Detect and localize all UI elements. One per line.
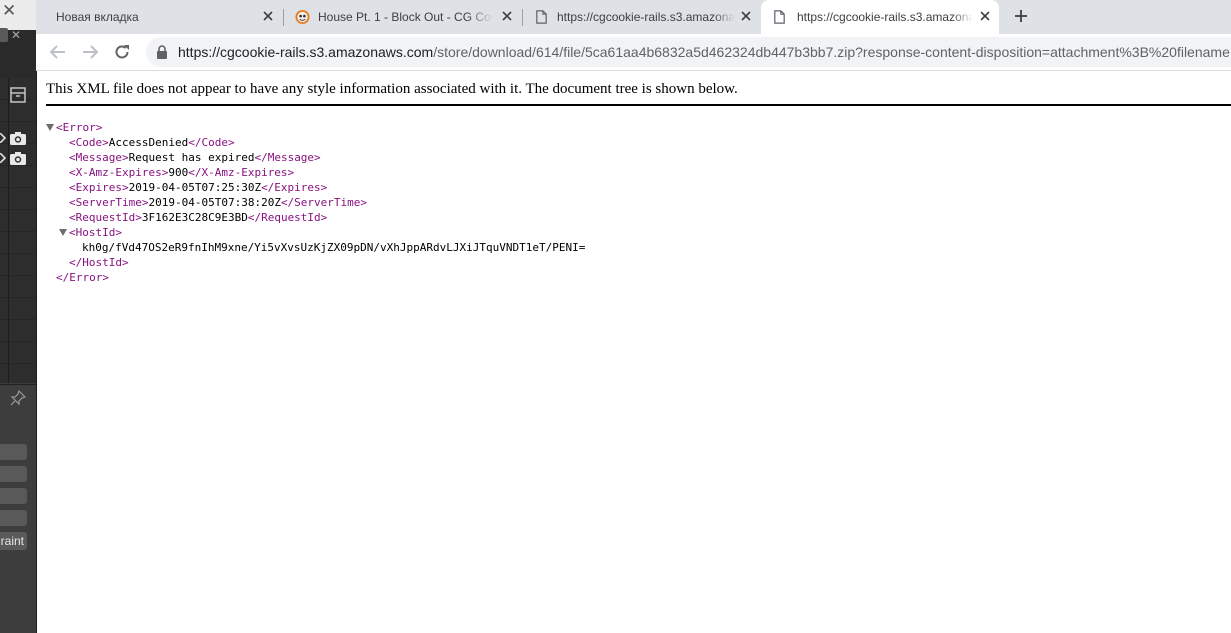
reload-icon[interactable] <box>112 42 132 62</box>
archive-icon[interactable] <box>9 86 27 104</box>
xml-open-tag: <Message> <box>69 151 129 164</box>
property-field[interactable] <box>0 444 27 460</box>
close-icon[interactable]: ✕ <box>2 1 16 21</box>
outliner-panel <box>0 78 36 383</box>
xml-close-tag: </Expires> <box>261 181 328 194</box>
page-content: This XML file does not appear to have an… <box>37 71 1231 633</box>
xml-text-value: Request has expired <box>128 151 255 164</box>
background-app-titlebar: ✕ <box>0 0 36 30</box>
properties-panel <box>0 384 36 633</box>
tab-new-tab[interactable]: Новая вкладка <box>42 0 282 34</box>
close-icon[interactable] <box>501 10 513 22</box>
xml-open-tag: <X-Amz-Expires> <box>69 166 169 179</box>
xml-close-tag: </Message> <box>254 151 321 164</box>
constraint-button[interactable]: raint <box>0 532 27 550</box>
close-icon[interactable] <box>262 10 274 22</box>
collapse-triangle-icon[interactable] <box>46 124 54 131</box>
xml-element: <Expires>2019-04-05T07:25:30Z</Expires> <box>69 180 327 195</box>
close-icon[interactable] <box>979 10 991 22</box>
tab-s3-download[interactable]: https://cgcookie-rails.s3.amazonaws.com <box>523 0 760 34</box>
xml-element: <Code>AccessDenied</Code> <box>69 135 235 150</box>
xml-element: <ServerTime>2019-04-05T07:38:20Z</Server… <box>69 195 367 210</box>
tab-title: House Pt. 1 - Block Out - CG Cookie <box>318 10 493 24</box>
xml-tag: <Error> <box>56 121 103 134</box>
close-icon[interactable] <box>740 10 752 22</box>
property-field[interactable] <box>0 466 27 482</box>
xml-close-tag: </X-Amz-Expires> <box>188 166 295 179</box>
xml-tag: </HostId> <box>69 256 129 269</box>
browser-chrome: Новая вкладка House Pt. 1 - Block Out - … <box>36 0 1231 71</box>
xml-open-tag: <RequestId> <box>69 211 142 224</box>
xml-close-tag: </ServerTime> <box>280 196 368 209</box>
background-app-strip: ✕ ✕ raint <box>0 0 37 633</box>
xml-info-header: This XML file does not appear to have an… <box>46 81 1231 106</box>
xml-text-value: 900 <box>168 166 189 179</box>
xml-text-value: kh0g/fVd47OS2eR9fnIhM9xne/Yi5vXvsUzKjZX0… <box>82 241 586 254</box>
url-path: /store/download/614/file/5ca61aa4b6832a5… <box>433 44 1230 60</box>
document-icon <box>774 10 785 24</box>
tab-title: Новая вкладка <box>56 10 139 24</box>
xml-tag: </Error> <box>56 271 109 284</box>
xml-text-value: AccessDenied <box>108 136 189 149</box>
xml-open-tag: <ServerTime> <box>69 196 149 209</box>
new-tab-plus-icon[interactable] <box>1013 8 1029 24</box>
back-arrow-icon[interactable] <box>48 42 68 62</box>
address-bar[interactable]: https://cgcookie-rails.s3.amazonaws.com/… <box>146 37 1231 67</box>
property-field[interactable] <box>0 510 27 526</box>
close-icon[interactable]: ✕ <box>11 28 21 42</box>
forward-arrow-icon[interactable] <box>80 42 100 62</box>
tab-strip: Новая вкладка House Pt. 1 - Block Out - … <box>36 0 1231 34</box>
pin-icon[interactable] <box>10 390 26 406</box>
cg-cookie-favicon-icon <box>295 9 310 25</box>
xml-open-tag: <Code> <box>69 136 109 149</box>
xml-element: <RequestId>3F162E3C28C9E3BD</RequestId> <box>69 210 327 225</box>
xml-text-value: 2019-04-05T07:25:30Z <box>128 181 262 194</box>
document-icon <box>536 10 547 24</box>
xml-text-value: 2019-04-05T07:38:20Z <box>148 196 281 209</box>
tab-title: https://cgcookie-rails.s3.amazonaws.com <box>557 10 735 24</box>
tab-cg-cookie[interactable]: House Pt. 1 - Block Out - CG Cookie <box>284 0 522 34</box>
lock-icon[interactable] <box>156 45 168 59</box>
camera-icon[interactable] <box>10 132 26 145</box>
xml-text-value: 3F162E3C28C9E3BD <box>141 211 248 224</box>
camera-icon[interactable] <box>10 152 26 165</box>
xml-open-tag: <Expires> <box>69 181 129 194</box>
tab-title: https://cgcookie-rails.s3.amazonaws.com <box>797 10 973 24</box>
browser-toolbar: https://cgcookie-rails.s3.amazonaws.com/… <box>36 34 1231 71</box>
url-host: https://cgcookie-rails.s3.amazonaws.com <box>178 44 434 60</box>
collapse-triangle-icon[interactable] <box>59 229 67 236</box>
xml-element: <Message>Request has expired</Message> <box>69 150 321 165</box>
xml-close-tag: </RequestId> <box>247 211 328 224</box>
background-app-tab[interactable] <box>0 28 8 42</box>
xml-close-tag: </Code> <box>188 136 235 149</box>
tab-s3-active[interactable]: https://cgcookie-rails.s3.amazonaws.com <box>761 0 999 34</box>
xml-element: <X-Amz-Expires>900</X-Amz-Expires> <box>69 165 294 180</box>
expand-arrow-icon[interactable] <box>0 153 6 163</box>
panel-divider <box>8 78 9 383</box>
expand-arrow-icon[interactable] <box>0 133 6 143</box>
property-field[interactable] <box>0 488 27 504</box>
url-text: https://cgcookie-rails.s3.amazonaws.com/… <box>178 44 1230 60</box>
xml-tag: <HostId> <box>69 226 122 239</box>
